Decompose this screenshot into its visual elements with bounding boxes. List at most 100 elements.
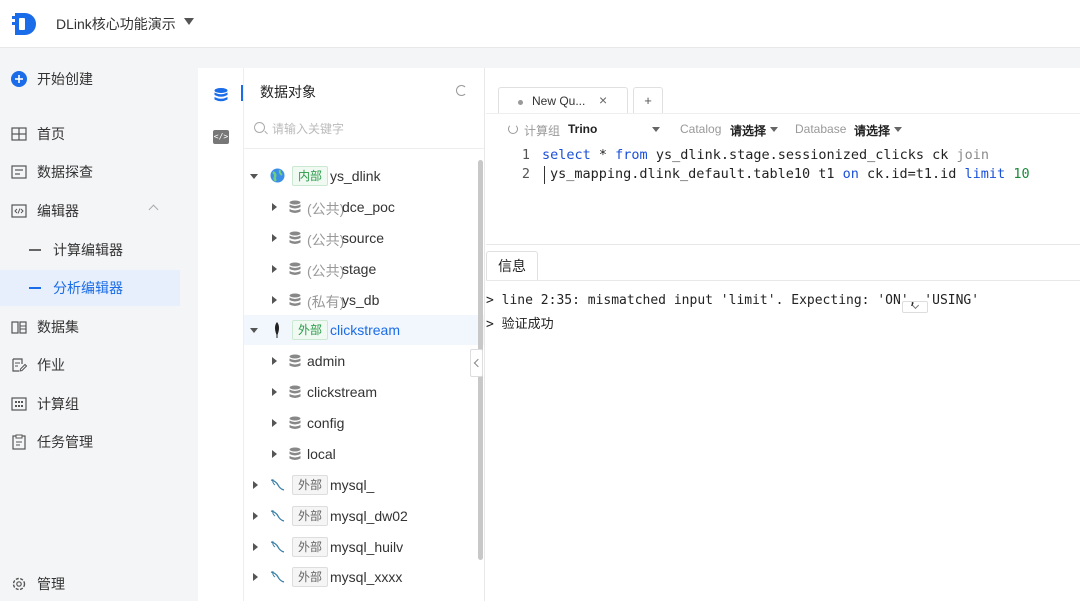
database-icon — [289, 262, 301, 275]
refresh-icon[interactable] — [456, 85, 467, 96]
tree-row-name: config — [307, 415, 345, 431]
app-switch-caret-icon[interactable] — [184, 18, 194, 25]
tree-row-mysql-huilv[interactable]: 外部 mysql_huilv — [244, 532, 484, 562]
tree-row-config[interactable]: config — [244, 408, 484, 438]
catalog-select[interactable]: 请选择 — [730, 122, 766, 139]
tree-search-input[interactable] — [272, 118, 472, 140]
gear-icon — [11, 576, 27, 592]
tree-row-mysql-dw02[interactable]: 外部 mysql_dw02 — [244, 501, 484, 531]
nav-item-home-label: 首页 — [37, 126, 65, 142]
tree-row-clickstream-source[interactable]: 外部 clickstream — [244, 315, 484, 345]
caret-right-icon[interactable] — [253, 543, 258, 551]
plus-circle-icon — [11, 71, 27, 87]
caret-right-icon[interactable] — [272, 203, 277, 211]
compute-group-select[interactable]: Trino — [568, 122, 597, 136]
tree-row-local[interactable]: local — [244, 439, 484, 469]
nav-item-jobs[interactable]: 作业 — [0, 347, 180, 383]
chevron-up-icon[interactable] — [148, 204, 159, 215]
compute-group-label: 计算组 — [524, 124, 561, 138]
tree-row-admin[interactable]: admin — [244, 346, 484, 376]
nav-create[interactable]: 开始创建 — [0, 61, 180, 97]
code-area[interactable]: 1 2 select * from ys_dlink.stage.session… — [486, 144, 1080, 244]
caret-right-icon[interactable] — [272, 388, 277, 396]
tree-row-mysql-xxxx[interactable]: 外部 mysql_xxxx — [244, 562, 484, 592]
caret-right-icon[interactable] — [272, 296, 277, 304]
caret-down-icon[interactable] — [250, 174, 258, 179]
tree-search — [254, 118, 476, 140]
caret-right-icon[interactable] — [253, 481, 258, 489]
tree-row-stage[interactable]: (公共) stage — [244, 254, 484, 284]
collapse-panel-chevron-left-icon[interactable] — [470, 349, 483, 377]
caret-right-icon[interactable] — [272, 234, 277, 242]
nav-item-explore[interactable]: 数据探查 — [0, 154, 180, 190]
tree-row-ys-dlink[interactable]: 内部 ys_dlink — [244, 161, 484, 191]
caret-right-icon[interactable] — [272, 419, 277, 427]
tree-row-name: local — [307, 446, 336, 462]
refresh-icon[interactable] — [508, 124, 518, 134]
line-number: 2 — [521, 166, 530, 182]
tree-row-scope: (公共) — [307, 232, 345, 248]
caret-right-icon[interactable] — [272, 357, 277, 365]
caret-right-icon[interactable] — [253, 573, 258, 581]
tree-row-name: stage — [342, 261, 377, 277]
nav-item-analysis-editor[interactable]: 分析编辑器 — [0, 270, 180, 306]
dlink-logo-icon[interactable] — [12, 11, 38, 37]
nav-item-compute-editor[interactable]: 计算编辑器 — [0, 232, 180, 268]
tab-new-query[interactable]: New Qu... × — [498, 87, 628, 114]
nav-item-compute-group-label: 计算组 — [37, 396, 79, 412]
badge-external: 外部 — [292, 475, 329, 495]
nav-item-explore-label: 数据探查 — [37, 164, 93, 180]
nav-item-task-manage-label: 任务管理 — [37, 434, 93, 450]
explore-icon — [11, 164, 27, 180]
sql-keyword: on — [842, 166, 859, 182]
nav-item-home[interactable]: 首页 — [0, 116, 180, 152]
panel-icon-strip: </> — [198, 68, 244, 601]
dash-icon — [29, 287, 41, 289]
tree-row-dce-poc[interactable]: (公共) dce_poc — [244, 192, 484, 222]
badge-internal: 内部 — [292, 166, 329, 186]
mysql-dolphin-icon — [270, 570, 285, 583]
tree-row-mysql[interactable]: 外部 mysql_ — [244, 470, 484, 500]
caret-right-icon[interactable] — [272, 265, 277, 273]
tree-row-clickstream[interactable]: clickstream — [244, 377, 484, 407]
tree-row-source[interactable]: (公共) source — [244, 223, 484, 253]
chevron-down-icon[interactable] — [652, 127, 660, 132]
code-line-2: ys_mapping.dlink_default.table10 t1 on c… — [550, 166, 1030, 182]
nav-item-compute-group[interactable]: 计算组 — [0, 386, 180, 422]
sql-keyword: limit — [964, 166, 1006, 182]
tree-row-name: clickstream — [330, 322, 401, 338]
home-grid-icon — [11, 126, 27, 142]
sql-number: 10 — [1005, 166, 1030, 182]
add-tab-button[interactable]: + — [633, 87, 663, 114]
database-icon[interactable] — [213, 87, 229, 103]
tree-row-ys-db[interactable]: (私有) ys_db — [244, 285, 484, 315]
database-icon — [289, 385, 301, 398]
nav-item-task-manage[interactable]: 任务管理 — [0, 424, 180, 460]
database-label: Database — [795, 122, 847, 136]
code-editor-icon — [11, 203, 27, 219]
info-output-line: > 验证成功 — [486, 317, 554, 332]
badge-external: 外部 — [292, 537, 329, 557]
app-title[interactable]: DLink核心功能演示 — [56, 14, 176, 34]
nav-item-editor[interactable]: 编辑器 — [0, 193, 180, 229]
chevron-down-icon[interactable] — [770, 127, 778, 132]
badge-external: 外部 — [292, 320, 329, 340]
caret-right-icon[interactable] — [253, 512, 258, 520]
nav-item-analysis-editor-label: 分析编辑器 — [53, 280, 123, 296]
close-icon[interactable]: × — [599, 92, 607, 108]
tree-row-name: mysql_xxxx — [330, 569, 403, 585]
info-panel: 信息 > line 2:35: mismatched input 'limit'… — [486, 244, 1080, 601]
data-object-tree: 数据对象 内部 ys_dlink (公共) dce_poc (公共) sourc… — [244, 68, 485, 601]
database-icon — [289, 231, 301, 244]
chevron-down-icon[interactable] — [894, 127, 902, 132]
code-panel-icon[interactable]: </> — [213, 130, 229, 144]
nav-item-dataset-label: 数据集 — [37, 319, 79, 335]
database-select[interactable]: 请选择 — [854, 122, 890, 139]
caret-right-icon[interactable] — [272, 450, 277, 458]
tree-row-name: ys_dlink — [330, 168, 381, 184]
caret-down-icon[interactable] — [250, 328, 258, 333]
nav-item-manage[interactable]: 管理 — [0, 566, 180, 601]
tab-info[interactable]: 信息 — [486, 251, 538, 281]
top-bar: DLink核心功能演示 — [0, 0, 1080, 48]
nav-item-dataset[interactable]: 数据集 — [0, 309, 180, 345]
